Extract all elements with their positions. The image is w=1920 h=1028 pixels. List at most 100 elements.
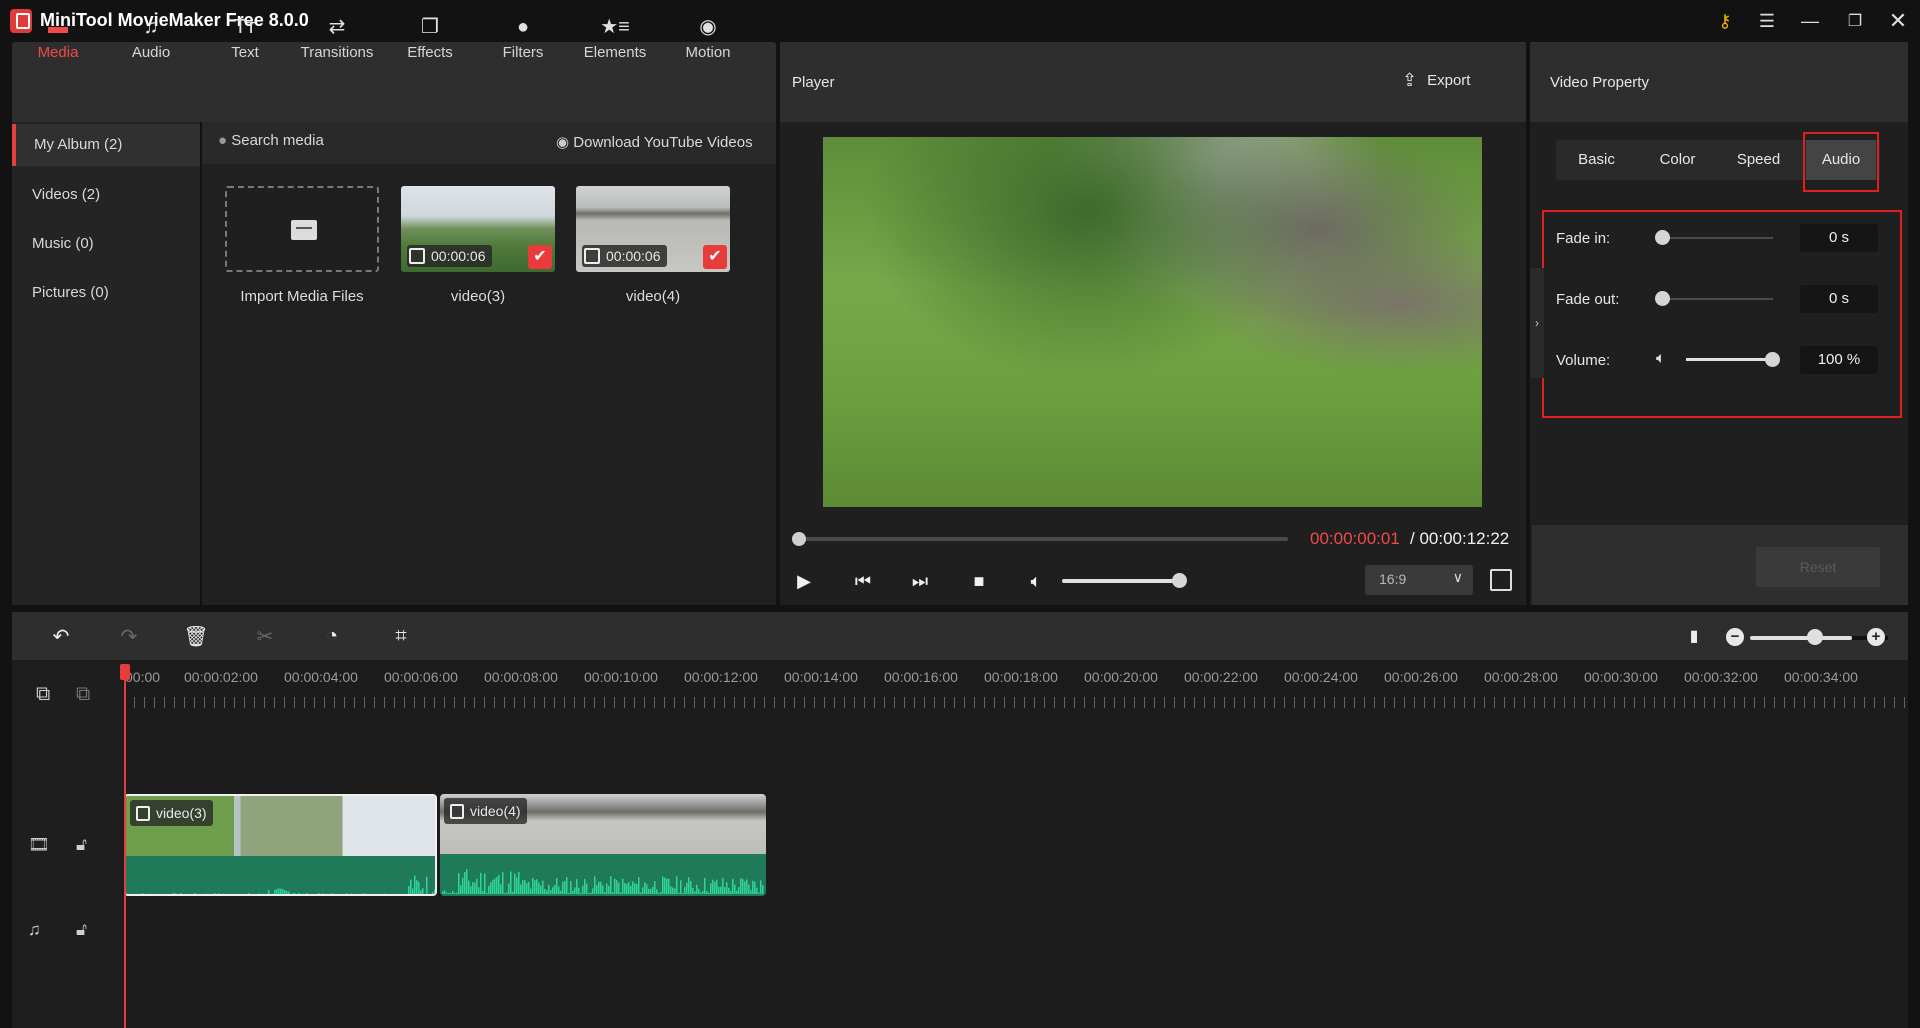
sidebar-item-pictures[interactable]: Pictures (0)	[12, 272, 200, 314]
waveform-bar	[726, 882, 728, 894]
tab-motion[interactable]: ◉ Motion	[668, 14, 748, 74]
crop-icon[interactable]: ⌗	[387, 622, 415, 650]
tab-filters[interactable]: ● Filters	[483, 14, 563, 74]
split-icon[interactable]: ✂	[251, 622, 279, 650]
speed-icon[interactable]: ◔	[318, 622, 346, 650]
remove-track-icon[interactable]: ⧉	[76, 683, 90, 706]
waveform-bar	[682, 893, 684, 894]
minimize-icon[interactable]: —	[1795, 8, 1825, 34]
checkbox-checked-icon[interactable]: ✔	[528, 245, 552, 269]
tab-speed[interactable]: Speed	[1718, 140, 1799, 180]
sidebar-item-music[interactable]: Music (0)	[12, 223, 200, 265]
waveform-bar	[704, 877, 706, 894]
music-track-icon: ♫	[28, 920, 41, 939]
tab-basic[interactable]: Basic	[1556, 140, 1637, 180]
tab-media[interactable]: ▬ Media	[18, 14, 98, 74]
playhead-handle[interactable]	[120, 664, 130, 680]
previous-frame-icon[interactable]: ⏮	[849, 568, 877, 594]
next-frame-icon[interactable]: ⏭	[906, 568, 934, 594]
seek-bar[interactable]	[798, 537, 1288, 541]
fade-in-value[interactable]: 0 s	[1800, 224, 1878, 252]
waveform-bar	[522, 880, 524, 894]
seek-handle[interactable]	[792, 532, 806, 546]
waveform-bar	[502, 872, 504, 894]
waveform-bar	[626, 883, 628, 894]
waveform-bar	[260, 895, 262, 896]
player-volume-handle[interactable]	[1172, 573, 1187, 588]
fade-out-slider[interactable]	[1660, 298, 1773, 300]
sidebar-item-videos[interactable]: Videos (2)	[12, 174, 200, 216]
redo-icon[interactable]: ↷	[115, 622, 143, 650]
tab-transitions[interactable]: ⇄ Transitions	[297, 14, 377, 74]
media-item-video3[interactable]: 00:00:06 ✔	[401, 186, 555, 272]
waveform-bar	[510, 871, 512, 894]
waveform-bar	[668, 878, 670, 894]
key-icon[interactable]: ⚷	[1710, 8, 1740, 34]
current-time: 00:00:00:01	[1310, 529, 1400, 548]
tab-label: Elements	[583, 44, 647, 61]
fullscreen-icon[interactable]	[1490, 569, 1512, 591]
waveform-bar	[614, 878, 616, 894]
zoom-in-icon[interactable]: +	[1867, 628, 1885, 646]
fade-in-handle[interactable]	[1655, 230, 1670, 245]
volume-icon[interactable]: 🔈︎	[1022, 568, 1050, 594]
volume-slider[interactable]	[1686, 358, 1771, 361]
waveform-bar	[466, 869, 468, 894]
lock-icon[interactable]: 🔓︎	[76, 920, 87, 940]
waveform-bar	[190, 895, 192, 896]
media-item-video4[interactable]: 00:00:06 ✔	[576, 186, 730, 272]
waveform-bar	[554, 884, 556, 894]
reset-button[interactable]: Reset	[1756, 547, 1880, 587]
search-media-input[interactable]: ● Search media	[218, 132, 324, 149]
zoom-out-icon[interactable]: −	[1726, 628, 1744, 646]
sidebar-item-my-album[interactable]: My Album (2)	[12, 124, 200, 166]
waveform-bar	[306, 893, 308, 894]
timeline-clip-video4[interactable]: video(4)	[440, 794, 766, 896]
search-icon: ●	[218, 132, 232, 149]
waveform-bar	[572, 890, 574, 894]
add-track-icon[interactable]: ⧉	[36, 683, 50, 706]
tab-text[interactable]: Tт Text	[205, 14, 285, 74]
export-button[interactable]: ⇪ Export	[1402, 70, 1470, 91]
tab-color[interactable]: Color	[1637, 140, 1718, 180]
duration-badge: 00:00:06	[582, 245, 667, 267]
tab-audio[interactable]: ♫ Audio	[111, 14, 191, 74]
collapse-panel-button[interactable]: ›	[1530, 268, 1544, 378]
delete-icon[interactable]: 🗑︎	[182, 622, 210, 650]
restore-icon[interactable]: ❐	[1840, 8, 1870, 34]
waveform-bar	[664, 877, 666, 894]
volume-handle[interactable]	[1765, 352, 1780, 367]
video-preview[interactable]	[823, 137, 1482, 507]
waveform-bar	[496, 876, 498, 894]
close-icon[interactable]: ✕	[1883, 8, 1913, 34]
fade-out-value[interactable]: 0 s	[1800, 285, 1878, 313]
timeline-clip-video3[interactable]: video(3)	[124, 794, 437, 896]
fade-in-slider[interactable]	[1660, 237, 1773, 239]
tab-label: Text	[231, 44, 259, 61]
timeline-zoom-slider[interactable]	[1750, 636, 1852, 640]
waveform-bar	[406, 893, 408, 894]
undo-icon[interactable]: ↶	[47, 622, 75, 650]
waveform-bar	[622, 878, 624, 894]
waveform-bar	[194, 893, 196, 894]
waveform-bar	[540, 885, 542, 894]
fit-timeline-icon[interactable]: ▮	[1680, 622, 1708, 650]
playhead[interactable]	[124, 664, 126, 1028]
menu-icon[interactable]: ☰	[1752, 8, 1782, 34]
play-icon[interactable]: ▶	[790, 568, 818, 594]
waveform-bar	[144, 894, 146, 896]
lock-icon[interactable]: 🔓︎	[76, 835, 87, 855]
checkbox-checked-icon[interactable]: ✔	[703, 245, 727, 269]
import-media-button[interactable]	[225, 186, 379, 272]
timeline-zoom-handle[interactable]	[1807, 629, 1823, 645]
aspect-ratio-select[interactable]: 16:9 ∨	[1365, 565, 1473, 595]
player-volume-slider[interactable]	[1062, 579, 1180, 583]
download-youtube-button[interactable]: ◉ Download YouTube Videos	[556, 133, 753, 151]
stop-icon[interactable]: ■	[965, 568, 993, 594]
waveform-bar	[550, 890, 552, 894]
fade-out-handle[interactable]	[1655, 291, 1670, 306]
volume-value[interactable]: 100 %	[1800, 346, 1878, 374]
waveform-bar	[636, 883, 638, 894]
tab-elements[interactable]: ★≡ Elements	[575, 14, 655, 74]
tab-effects[interactable]: ❐ Effects	[390, 14, 470, 74]
